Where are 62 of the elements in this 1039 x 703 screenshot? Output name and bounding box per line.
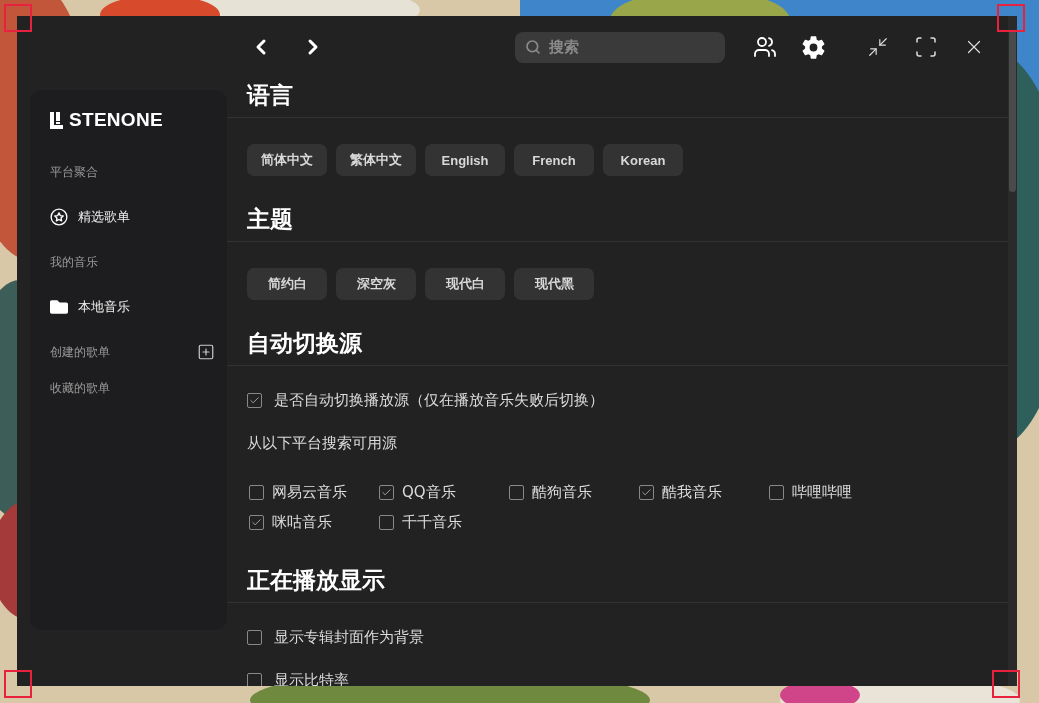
section-heading: 自动切换源 [227, 326, 1008, 366]
check-icon [251, 516, 262, 528]
settings-icon [800, 34, 826, 60]
corner-marker [997, 4, 1025, 32]
checkbox[interactable] [509, 484, 524, 500]
checkbox-label: 显示专辑封面作为背景 [274, 627, 424, 647]
checkbox-label: 哔哩哔哩 [792, 482, 852, 502]
corner-marker [4, 4, 32, 32]
option-pill[interactable]: 深空灰 [336, 268, 416, 300]
option-pill[interactable]: French [514, 144, 594, 176]
sidebar-section-title: 我的音乐 [50, 253, 98, 271]
check-icon [249, 394, 260, 406]
scrollbar-thumb[interactable] [1009, 30, 1016, 192]
section-heading: 语言 [227, 78, 1008, 118]
option-pill[interactable]: 现代黑 [514, 268, 594, 300]
fullscreen-icon [914, 35, 938, 59]
option-pill[interactable]: 繁体中文 [336, 144, 416, 176]
checkbox[interactable] [379, 514, 394, 530]
checkbox-label: 酷我音乐 [662, 482, 722, 502]
checkbox[interactable] [247, 672, 262, 686]
checkbox-label: 是否自动切换播放源（仅在播放音乐失败后切换） [274, 390, 604, 410]
check-icon [641, 486, 652, 498]
search-field[interactable]: 搜索 [547, 37, 701, 57]
option-pill[interactable]: English [425, 144, 505, 176]
search-bar[interactable]: 搜索 [515, 31, 725, 63]
search-icon [525, 39, 541, 55]
section-heading: 正在播放显示 [227, 563, 1008, 603]
option-pill[interactable]: Korean [603, 144, 683, 176]
checkbox[interactable] [379, 484, 394, 500]
checkbox-label: QQ音乐 [402, 482, 456, 502]
folder-icon [50, 298, 68, 316]
checkbox[interactable] [247, 392, 262, 408]
checkbox[interactable] [247, 629, 262, 645]
sidebar-item[interactable]: 精选歌单 [78, 208, 130, 226]
minimize-icon [867, 36, 889, 58]
logo-text: STENONE [69, 109, 163, 131]
corner-marker [4, 670, 32, 698]
checkbox[interactable] [769, 484, 784, 500]
checkbox[interactable] [639, 484, 654, 500]
corner-marker [992, 670, 1020, 698]
sidebar-section-title: 平台聚合 [50, 163, 98, 181]
users-icon [753, 35, 777, 59]
logo-icon [50, 111, 66, 129]
section-heading: 主题 [227, 202, 1008, 242]
check-icon [381, 486, 392, 498]
sidebar-section-title: 收藏的歌单 [50, 379, 110, 397]
checkbox-label: 千千音乐 [402, 512, 462, 532]
checkbox-label: 酷狗音乐 [532, 482, 592, 502]
add-playlist-icon[interactable] [197, 343, 215, 361]
checkbox[interactable] [249, 484, 264, 500]
option-pill[interactable]: 现代白 [425, 268, 505, 300]
scrollbar[interactable] [1008, 16, 1017, 686]
star-circle-icon [50, 208, 68, 226]
option-pill[interactable]: 简约白 [247, 268, 327, 300]
checkbox-label: 网易云音乐 [272, 482, 347, 502]
checkbox-label: 显示比特率 [274, 670, 349, 686]
option-pill[interactable]: 简体中文 [247, 144, 327, 176]
sidebar-section-title: 创建的歌单 [50, 343, 110, 361]
sidebar-item[interactable]: 本地音乐 [78, 298, 130, 316]
checkbox-label: 咪咕音乐 [272, 512, 332, 532]
setting-note: 从以下平台搜索可用源 [247, 433, 398, 453]
checkbox[interactable] [249, 514, 264, 530]
